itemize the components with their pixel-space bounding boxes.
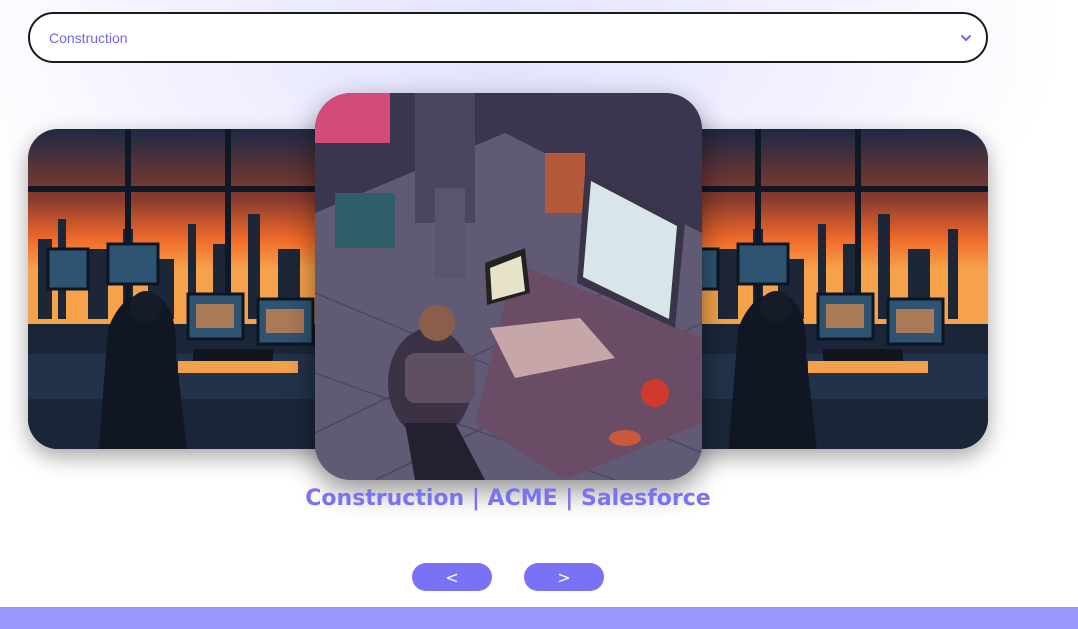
industry-select-value: Construction [49,29,128,46]
industry-select-box[interactable]: Construction [28,12,988,63]
next-button[interactable]: > [524,563,604,591]
side-slide-right[interactable] [658,129,988,449]
slide-image-right [658,129,988,449]
slide-image-left [28,129,358,449]
industry-select[interactable]: Construction [28,12,988,63]
chevron-down-icon [960,32,972,44]
footer-bar [0,607,1078,629]
center-slide[interactable] [315,93,702,480]
previous-button[interactable]: < [412,563,492,591]
slide-caption: Construction | ACME | Salesforce [305,486,711,511]
slide-image-center [315,93,702,480]
side-slide-left[interactable] [28,129,358,449]
